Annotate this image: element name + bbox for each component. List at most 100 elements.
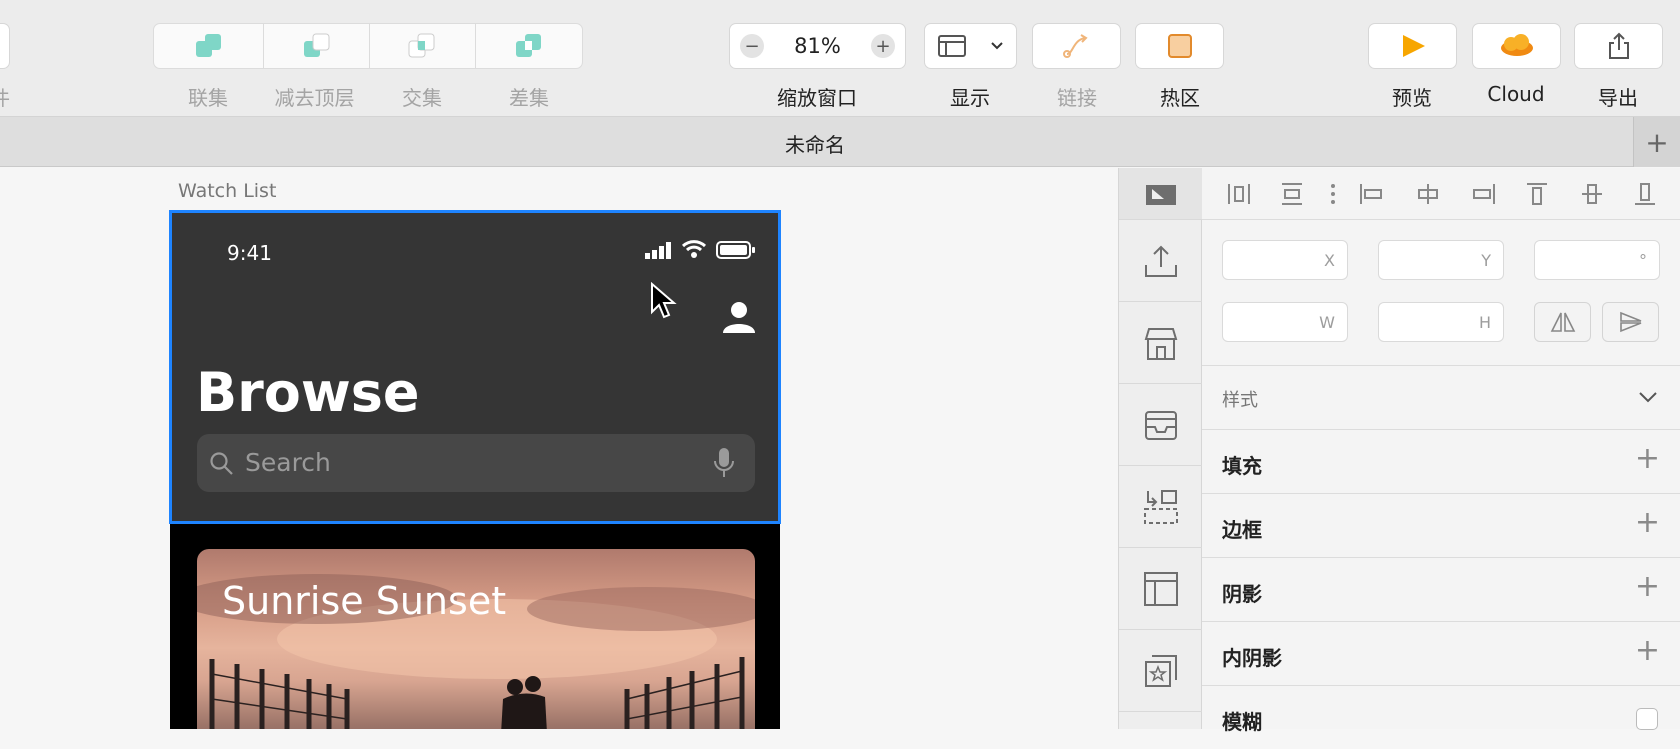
blur-section-title: 模糊 [1222, 710, 1262, 734]
inspector-panel: X Y ° W H 样式 填充 + 边框 + 阴影 + 内阴影 + 模糊 [1202, 168, 1680, 734]
fill-section[interactable]: 填充 + [1202, 429, 1680, 493]
zoom-out-button[interactable]: − [740, 34, 764, 58]
inspector-tab-export[interactable] [1119, 220, 1203, 302]
difference-icon [515, 34, 541, 57]
add-shadow-button[interactable]: + [1635, 572, 1660, 602]
align-right-icon[interactable] [1472, 182, 1496, 206]
partial-left-button[interactable] [0, 23, 10, 69]
height-field[interactable]: H [1378, 302, 1504, 342]
document-title[interactable]: 未命名 [0, 129, 1630, 158]
layout-icon [937, 35, 966, 57]
search-placeholder: Search [245, 448, 331, 477]
height-field-label: H [1478, 313, 1491, 332]
y-field[interactable]: Y [1378, 240, 1504, 280]
align-top-icon[interactable] [1525, 182, 1549, 206]
align-left-icon[interactable] [1359, 182, 1383, 206]
align-middle-vertical-icon[interactable] [1580, 182, 1604, 206]
alignment-toolbar [1202, 168, 1680, 220]
subtract-button[interactable] [264, 24, 370, 68]
mouse-cursor-icon [651, 282, 677, 319]
microphone-icon[interactable] [713, 447, 735, 479]
intersect-button[interactable] [370, 24, 476, 68]
add-inner-shadow-button[interactable]: + [1635, 636, 1660, 666]
difference-button[interactable] [476, 24, 582, 68]
play-icon [1402, 35, 1425, 57]
inner-shadow-section-title: 内阴影 [1222, 646, 1282, 670]
cloud-label: Cloud [1487, 82, 1545, 106]
inspector-tab-design[interactable] [1119, 168, 1203, 220]
share-icon [1608, 32, 1629, 59]
card-title: Sunrise Sunset [222, 579, 507, 623]
add-fill-button[interactable]: + [1635, 444, 1660, 474]
partial-left-label: 件 [0, 82, 10, 111]
export-label: 导出 [1598, 86, 1638, 110]
subtract-label: 减去顶层 [274, 86, 355, 110]
browse-title: Browse [196, 361, 420, 424]
zoom-control: − 81% + [729, 23, 906, 69]
inspector-tab-symbols[interactable] [1119, 630, 1203, 712]
artboard-name[interactable]: Watch List [178, 180, 276, 202]
inspector-tab-store[interactable] [1119, 302, 1203, 384]
more-options-icon[interactable] [1329, 182, 1337, 206]
toolbar: 件 联集 减去顶层 交集 差集 − 81% + 缩放窗口 显示 链接 热区 [0, 0, 1680, 117]
flip-horizontal-button[interactable] [1534, 302, 1591, 342]
border-section-title: 边框 [1222, 518, 1262, 542]
zoom-in-button[interactable]: + [871, 34, 895, 58]
insert-component-icon [1144, 489, 1178, 524]
new-tab-button[interactable]: + [1633, 117, 1680, 167]
battery-icon [716, 241, 755, 259]
inspector-tab-components[interactable] [1119, 466, 1203, 548]
link-button[interactable] [1032, 23, 1121, 69]
link-icon [1062, 34, 1088, 58]
style-section[interactable]: 样式 [1202, 365, 1680, 429]
border-section[interactable]: 边框 + [1202, 493, 1680, 557]
preview-button[interactable] [1368, 23, 1457, 69]
inspector-tab-strip [1118, 168, 1203, 729]
layout-grid-icon [1144, 571, 1178, 606]
distribute-vertical-icon[interactable] [1280, 182, 1304, 206]
rotation-field-label: ° [1639, 251, 1647, 270]
fill-section-title: 填充 [1222, 454, 1262, 478]
export-button[interactable] [1574, 23, 1663, 69]
inspector-tab-layout[interactable] [1119, 548, 1203, 630]
width-field[interactable]: W [1222, 302, 1348, 342]
profile-icon[interactable] [721, 299, 757, 335]
x-field-label: X [1324, 251, 1335, 270]
shadow-section-title: 阴影 [1222, 582, 1262, 606]
inbox-icon [1145, 410, 1177, 440]
display-button[interactable] [924, 23, 1017, 69]
blur-section[interactable]: 模糊 [1202, 685, 1680, 749]
blur-checkbox[interactable] [1636, 708, 1658, 730]
inner-shadow-section[interactable]: 内阴影 + [1202, 621, 1680, 685]
nav-header[interactable]: 9:41 Browse Search [170, 211, 780, 523]
intersect-icon [408, 33, 435, 58]
plus-icon: + [1645, 125, 1669, 159]
union-button[interactable] [154, 24, 265, 68]
align-center-horizontal-icon[interactable] [1416, 182, 1440, 206]
style-section-title: 样式 [1222, 390, 1258, 411]
search-bar[interactable]: Search [197, 434, 755, 492]
chevron-down-icon[interactable] [1638, 390, 1658, 404]
inspector-tab-inbox[interactable] [1119, 384, 1203, 466]
shadow-section[interactable]: 阴影 + [1202, 557, 1680, 621]
flip-vertical-button[interactable] [1602, 302, 1659, 342]
difference-label: 差集 [509, 86, 549, 110]
plus-icon: + [875, 35, 891, 57]
union-icon [195, 34, 221, 57]
artboard-phone[interactable]: 9:41 Browse Search Sunrise Sunset [170, 211, 780, 729]
subtract-icon [303, 33, 330, 57]
x-field[interactable]: X [1222, 240, 1348, 280]
rotation-field[interactable]: ° [1534, 240, 1660, 280]
hotspot-button[interactable] [1135, 23, 1224, 69]
intersect-label: 交集 [402, 86, 442, 110]
featured-card[interactable]: Sunrise Sunset [197, 549, 755, 729]
zoom-value[interactable]: 81% [794, 34, 841, 58]
minus-icon: − [744, 35, 760, 57]
cloud-button[interactable] [1472, 23, 1561, 69]
align-bottom-icon[interactable] [1633, 182, 1657, 206]
status-time: 9:41 [227, 241, 272, 265]
distribute-horizontal-icon[interactable] [1227, 182, 1251, 206]
sunset-photo [197, 574, 755, 729]
display-label: 显示 [950, 86, 990, 110]
add-border-button[interactable]: + [1635, 508, 1660, 538]
